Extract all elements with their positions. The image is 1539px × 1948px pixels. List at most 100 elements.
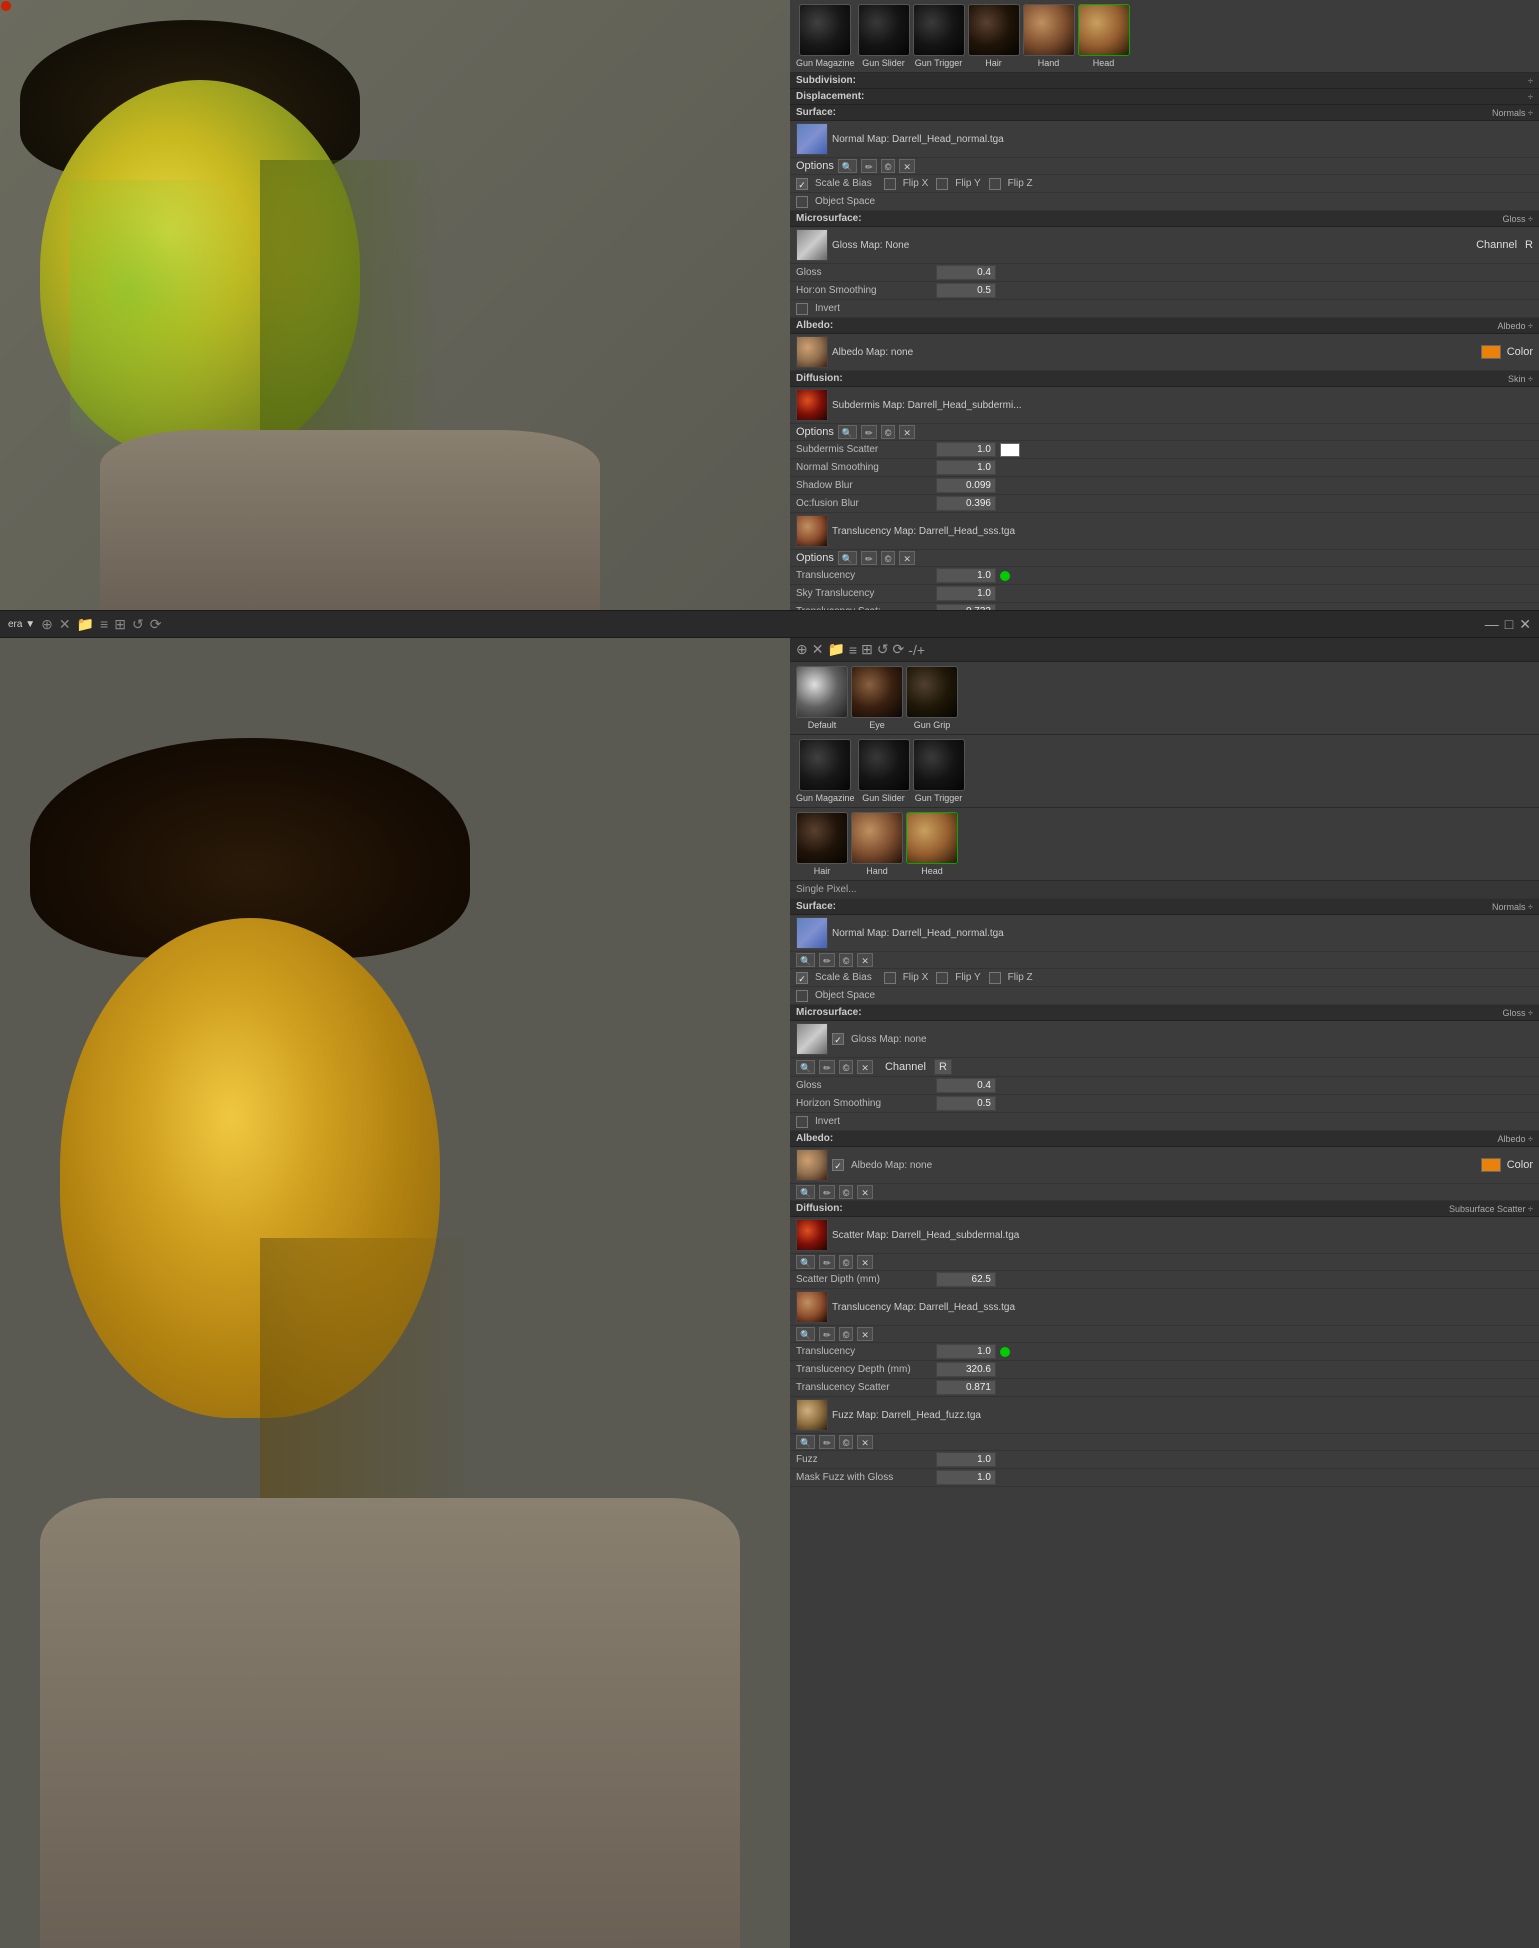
normal-smoothing-value[interactable]: 1.0: [936, 460, 996, 475]
surface-delete-btn-b[interactable]: ✕: [857, 953, 873, 967]
gloss-copy-btn-b[interactable]: ©: [839, 1060, 854, 1074]
albedo-color-swatch[interactable]: [1481, 345, 1501, 359]
flipx-checkbox-b[interactable]: [884, 972, 896, 984]
translucency-delete-btn[interactable]: ✕: [899, 551, 915, 565]
subdermis-delete-btn[interactable]: ✕: [899, 425, 915, 439]
surface-edit-btn[interactable]: ✏: [861, 159, 877, 173]
subdermis-scatter-color[interactable]: [1000, 443, 1020, 457]
gloss-search-btn-b[interactable]: 🔍: [796, 1060, 815, 1074]
albedo-delete-btn-b[interactable]: ✕: [857, 1185, 873, 1199]
divider-icon-6[interactable]: ↺: [132, 616, 144, 633]
fuzz-edit-btn-b[interactable]: ✏: [819, 1435, 835, 1449]
mask-fuzz-value[interactable]: 1.0: [936, 1470, 996, 1485]
displacement-section[interactable]: Displacement: ÷: [790, 89, 1539, 105]
subdermis-scatter-value[interactable]: 1.0: [936, 442, 996, 457]
divider-icon-5[interactable]: ⊞: [114, 616, 126, 633]
gloss-check-b[interactable]: [832, 1033, 844, 1045]
thumb-hair-b[interactable]: Hair: [796, 812, 848, 876]
object-space-checkbox-b[interactable]: [796, 990, 808, 1002]
shadow-blur-value[interactable]: 0.099: [936, 478, 996, 493]
albedo-copy-btn-b[interactable]: ©: [839, 1185, 854, 1199]
translucency-edit-btn-b[interactable]: ✏: [819, 1327, 835, 1341]
albedo-section-bottom[interactable]: Albedo: Albedo ÷: [790, 1131, 1539, 1147]
surface-search-btn[interactable]: 🔍: [838, 159, 857, 173]
thumb-hand[interactable]: Hand: [1023, 4, 1075, 68]
subdermis-edit-btn[interactable]: ✏: [861, 425, 877, 439]
toolbar-delete-icon[interactable]: ✕: [812, 641, 824, 658]
flipy-checkbox[interactable]: [936, 178, 948, 190]
translucency-scatter-value[interactable]: 0.732: [936, 604, 996, 610]
invert-check[interactable]: Invert: [796, 303, 840, 315]
fuzz-copy-btn-b[interactable]: ©: [839, 1435, 854, 1449]
gloss-edit-btn-b[interactable]: ✏: [819, 1060, 835, 1074]
toolbar-menu-icon[interactable]: ≡: [849, 642, 857, 658]
divider-icon-3[interactable]: 📁: [77, 616, 94, 633]
surface-edit-btn-b[interactable]: ✏: [819, 953, 835, 967]
surface-copy-btn-b[interactable]: ©: [839, 953, 854, 967]
thumb-gun-slider[interactable]: Gun Slider: [858, 4, 910, 68]
flipx-checkbox[interactable]: [884, 178, 896, 190]
fuzz-delete-btn-b[interactable]: ✕: [857, 1435, 873, 1449]
flip-z-check[interactable]: Flip Z: [989, 178, 1033, 190]
toolbar-add-icon[interactable]: ⊕: [796, 641, 808, 658]
thumb-head[interactable]: Head: [1078, 4, 1130, 68]
subdermis-copy-btn[interactable]: ©: [881, 425, 896, 439]
thumb-hand-b[interactable]: Hand: [851, 812, 903, 876]
fuzz-search-btn-b[interactable]: 🔍: [796, 1435, 815, 1449]
subdermis-search-btn[interactable]: 🔍: [838, 425, 857, 439]
thumb-gun-magazine[interactable]: Gun Magazine: [796, 4, 855, 68]
translucency-value-b[interactable]: 1.0: [936, 1344, 996, 1359]
object-space-check-b[interactable]: Object Space: [796, 990, 875, 1002]
thumb-guntrigger-b[interactable]: Gun Trigger: [913, 739, 965, 803]
invert-check-b[interactable]: Invert: [796, 1116, 840, 1128]
surface-section-bottom[interactable]: Surface: Normals ÷: [790, 899, 1539, 915]
object-space-check[interactable]: Object Space: [796, 196, 875, 208]
surface-section[interactable]: Surface: Normals ÷: [790, 105, 1539, 121]
toolbar-misc-icon[interactable]: -/+: [908, 642, 925, 658]
translucency-copy-btn[interactable]: ©: [881, 551, 896, 565]
toolbar-grid-icon[interactable]: ⊞: [861, 641, 873, 658]
invert-checkbox[interactable]: [796, 303, 808, 315]
translucency-value[interactable]: 1.0: [936, 568, 996, 583]
fuzz-value-b[interactable]: 1.0: [936, 1452, 996, 1467]
albedo-check-b[interactable]: [832, 1159, 844, 1171]
scatter-search-btn[interactable]: 🔍: [796, 1255, 815, 1269]
invert-checkbox-b[interactable]: [796, 1116, 808, 1128]
scatter-delete-btn[interactable]: ✕: [857, 1255, 873, 1269]
occlusion-blur-value[interactable]: 0.396: [936, 496, 996, 511]
scatter-copy-btn[interactable]: ©: [839, 1255, 854, 1269]
scale-bias-checkbox[interactable]: [796, 178, 808, 190]
divider-icon-2[interactable]: ✕: [59, 616, 71, 633]
toolbar-render-icon[interactable]: ⟳: [893, 641, 905, 658]
scale-bias-check-b[interactable]: Scale & Bias: [796, 972, 872, 984]
translucency-edit-btn[interactable]: ✏: [861, 551, 877, 565]
scatter-edit-btn[interactable]: ✏: [819, 1255, 835, 1269]
thumb-gungrip[interactable]: Gun Grip: [906, 666, 958, 730]
close-btn[interactable]: ✕: [1519, 616, 1531, 633]
thumb-gunmag-b[interactable]: Gun Magazine: [796, 739, 855, 803]
translucency-scatter-value-b[interactable]: 0.871: [936, 1380, 996, 1395]
albedo-section[interactable]: Albedo: Albedo ÷: [790, 318, 1539, 334]
scatter-depth-value[interactable]: 62.5: [936, 1272, 996, 1287]
albedo-color-swatch-b[interactable]: [1481, 1158, 1501, 1172]
thumb-default[interactable]: Default: [796, 666, 848, 730]
minimize-btn[interactable]: —: [1485, 616, 1499, 633]
horizon-smoothing-value[interactable]: 0.5: [936, 283, 996, 298]
subdivision-section[interactable]: Subdivision: ÷: [790, 73, 1539, 89]
surface-delete-btn[interactable]: ✕: [899, 159, 915, 173]
flip-x-check[interactable]: Flip X: [884, 178, 929, 190]
flipz-checkbox[interactable]: [989, 178, 1001, 190]
translucency-copy-btn-b[interactable]: ©: [839, 1327, 854, 1341]
thumb-hair[interactable]: Hair: [968, 4, 1020, 68]
sky-translucency-value[interactable]: 1.0: [936, 586, 996, 601]
divider-icon-4[interactable]: ≡: [100, 616, 108, 632]
toolbar-refresh-icon[interactable]: ↺: [877, 641, 889, 658]
divider-icon-1[interactable]: ⊕: [41, 616, 53, 633]
translucency-depth-value[interactable]: 320.6: [936, 1362, 996, 1377]
translucency-search-btn[interactable]: 🔍: [838, 551, 857, 565]
scale-bias-check[interactable]: Scale & Bias: [796, 178, 872, 190]
thumb-gun-trigger[interactable]: Gun Trigger: [913, 4, 965, 68]
diffusion-section[interactable]: Diffusion: Skin ÷: [790, 371, 1539, 387]
gloss-value-b[interactable]: 0.4: [936, 1078, 996, 1093]
flipy-checkbox-b[interactable]: [936, 972, 948, 984]
